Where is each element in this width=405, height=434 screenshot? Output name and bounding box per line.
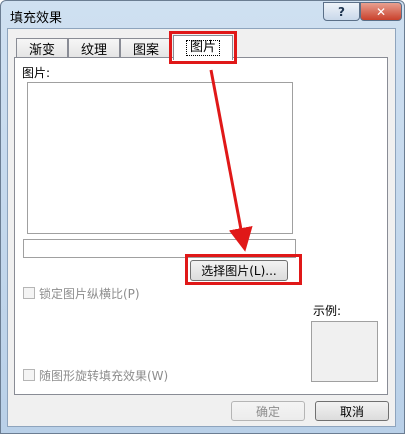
picture-preview-box	[27, 82, 293, 234]
sample-preview-box	[311, 321, 378, 382]
ok-button[interactable]: 确定	[231, 401, 305, 421]
close-icon: ✕	[375, 4, 387, 19]
tab-picture[interactable]: 图片	[173, 35, 233, 60]
help-button[interactable]: ?	[323, 2, 360, 21]
tab-label: 图片	[185, 40, 220, 56]
help-icon: ?	[338, 4, 345, 19]
title-bar: 填充效果 ? ✕	[1, 1, 404, 29]
cancel-button[interactable]: 取消	[315, 401, 389, 421]
ok-button-label: 确定	[255, 404, 280, 419]
lock-aspect-label: 锁定图片纵横比(P)	[39, 287, 140, 301]
rotate-with-shape-label: 随图形旋转填充效果(W)	[39, 369, 169, 383]
lock-aspect-checkbox[interactable]	[23, 287, 35, 299]
rotate-with-shape-checkbox[interactable]	[23, 369, 35, 381]
tab-label: 图案	[132, 43, 159, 58]
tab-pattern[interactable]: 图案	[120, 38, 172, 58]
tab-label: 渐变	[28, 43, 55, 58]
tab-gradient[interactable]: 渐变	[16, 38, 68, 58]
picture-name-field	[23, 239, 296, 258]
select-picture-button-label: 选择图片(L)...	[201, 264, 277, 278]
tab-label: 纹理	[80, 43, 107, 58]
close-button[interactable]: ✕	[360, 2, 402, 21]
picture-label: 图片:	[22, 66, 51, 80]
window-title: 填充效果	[10, 11, 63, 26]
cancel-button-label: 取消	[339, 404, 364, 419]
tab-texture[interactable]: 纹理	[68, 38, 120, 58]
select-picture-button[interactable]: 选择图片(L)...	[190, 260, 288, 281]
sample-label: 示例:	[313, 304, 342, 318]
